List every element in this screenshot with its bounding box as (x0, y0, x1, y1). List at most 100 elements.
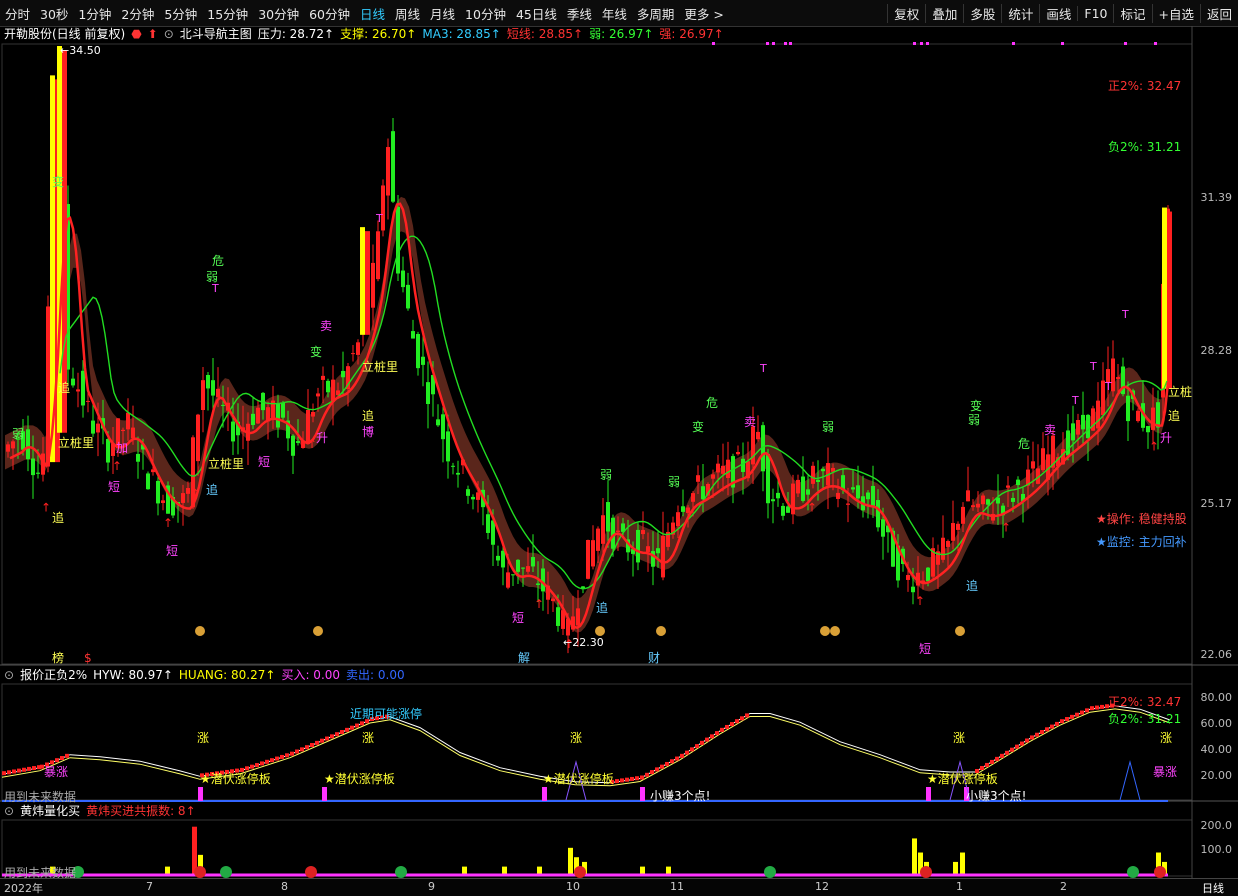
candle-body (551, 598, 555, 602)
candle-body (296, 441, 300, 443)
candle-body (211, 380, 215, 396)
candle-body (721, 465, 725, 474)
burst-text-1: 暴涨 (44, 765, 69, 779)
rise-dot (640, 775, 644, 780)
future-data-text: 用到未来数据 (4, 790, 77, 804)
rise-dot (340, 730, 344, 735)
candle-body (1096, 400, 1100, 429)
t-marker-0: T (211, 282, 219, 295)
chart-signal-label-9: 追 (966, 578, 978, 593)
rise-dot (1050, 724, 1054, 729)
candle-body (1081, 414, 1085, 430)
chart-signal-label-8: 追 (596, 600, 608, 615)
candle-body (696, 475, 700, 482)
candle-body (601, 515, 605, 544)
rise-dot (1095, 705, 1099, 710)
rise-dot (690, 747, 694, 752)
signal-dot-5 (913, 42, 916, 45)
candle-body (1016, 479, 1020, 486)
money-bag-icon-4 (820, 626, 830, 636)
chart-signal-label-28: 短 (919, 642, 931, 656)
candle-body (606, 502, 610, 532)
candle-body (536, 583, 540, 585)
candle-body (976, 503, 980, 508)
chart-signal-label-14: 变 (970, 398, 982, 413)
candle-body (436, 419, 440, 426)
mid-tick-3: 40.00 (1200, 743, 1233, 756)
candle-body (586, 540, 590, 579)
rise-dot (625, 777, 629, 782)
candle-body (641, 530, 645, 535)
candle-body (331, 379, 335, 402)
candle-body (336, 390, 340, 395)
candle-body (401, 270, 405, 288)
rise-dot (735, 719, 739, 724)
rise-dot (655, 767, 659, 772)
rise-dot (320, 738, 324, 743)
buy-arrow-8: ↑ (915, 594, 925, 608)
candle-body (591, 540, 595, 567)
rise-dot (1055, 721, 1059, 726)
rise-dot (1035, 732, 1039, 737)
rise-dot (2, 771, 6, 776)
rise-dot (1065, 717, 1069, 722)
money-bag-icon-0 (195, 626, 205, 636)
candle-body (1076, 419, 1080, 435)
candle-body (616, 530, 620, 532)
candle-body (676, 512, 680, 527)
candle-body (766, 453, 770, 504)
rise-dot (295, 749, 299, 754)
chart-signal-label-26: 短 (258, 455, 270, 469)
month-1: 1 (956, 880, 963, 893)
chart-signal-label-10: 追 (1168, 408, 1180, 423)
candle-body (321, 375, 325, 380)
candle-body (971, 505, 975, 508)
signal-dot-1 (766, 42, 769, 45)
rise-dot (300, 747, 304, 752)
candle-body (966, 490, 970, 502)
high-price-mark: ←34.50 (60, 44, 101, 57)
operation-label: ★操作: 稳健持股 (1096, 512, 1187, 526)
candle-body (446, 431, 450, 462)
buy-arrow-10: ↑ (1149, 440, 1159, 454)
candle-body (946, 541, 950, 547)
signal-dot-3 (784, 42, 787, 45)
candle-body (776, 492, 780, 499)
signal-badge-7 (920, 866, 932, 878)
t-marker-6: T (1121, 308, 1129, 321)
month-10: 10 (566, 880, 580, 893)
rise-dot (22, 767, 26, 772)
signal-dot-6 (920, 42, 923, 45)
rise-dot (995, 756, 999, 761)
candle-body (281, 402, 285, 418)
candle-body (881, 519, 885, 537)
buy-arrow-5: ↑ (534, 597, 544, 611)
signal-badge-3 (305, 866, 317, 878)
kline-chart[interactable]: ↑↑↑↑↑↑↑↑↑↑↑立桩里立桩里立桩里立桩追追追追追追追变变变变弱弱 弱弱 弱弱危… (0, 0, 1238, 895)
chart-signal-label-31: 加 (116, 441, 128, 455)
candle-body (596, 528, 600, 551)
candle-body (156, 480, 160, 504)
candle-body (341, 370, 345, 378)
rise-dot (335, 732, 339, 737)
chart-signal-label-6: 追 (362, 408, 374, 423)
signal-dot-8 (1012, 42, 1015, 45)
candle-body (411, 331, 415, 339)
candle-body (316, 393, 320, 397)
money-bag-icon-1 (313, 626, 323, 636)
rise-dot (710, 734, 714, 739)
signal-badge-5 (574, 866, 586, 878)
signal-triangle-3 (1119, 760, 1141, 801)
chart-signal-label-15: 弱 (12, 427, 24, 441)
rise-dot (620, 778, 624, 783)
rise-dot (325, 736, 329, 741)
rise-dot (695, 744, 699, 749)
candle-body (256, 407, 260, 424)
candle-body (876, 500, 880, 528)
rise-dot (720, 727, 724, 732)
signal-dot-10 (1124, 42, 1127, 45)
rise-dot (715, 731, 719, 736)
candle-body (36, 472, 40, 474)
candle-body (311, 411, 315, 417)
hidden-limit-1: ★潜伏涨停板 (200, 772, 271, 786)
